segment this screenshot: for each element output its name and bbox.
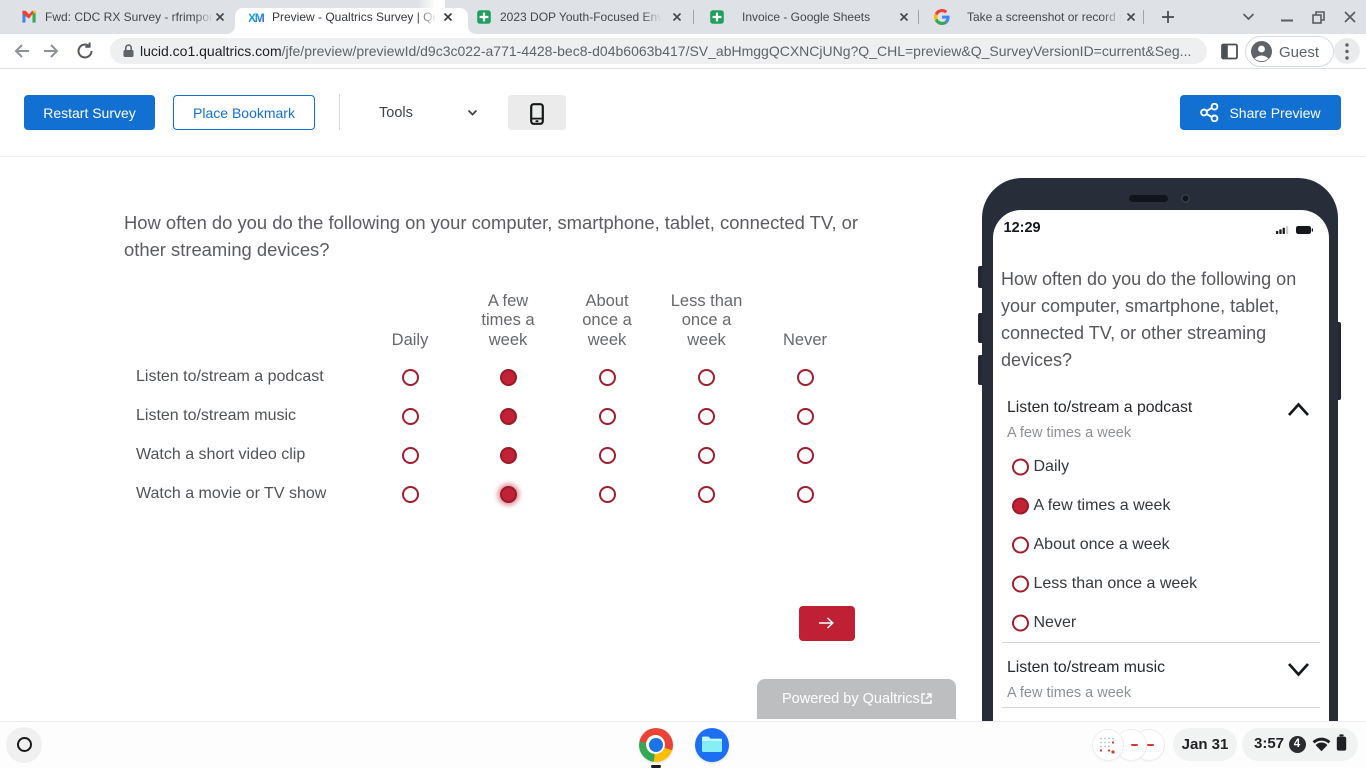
- svg-text:XM: XM: [249, 11, 265, 25]
